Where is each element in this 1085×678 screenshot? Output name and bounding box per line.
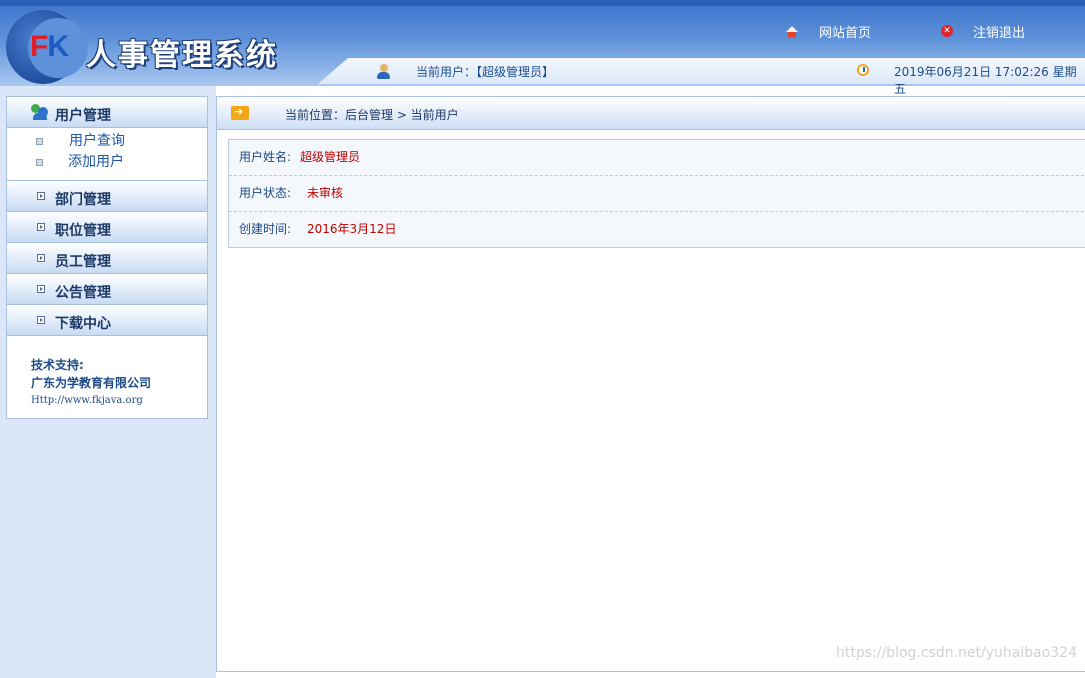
bullet-icon [36,138,43,145]
menu-notice-management[interactable]: 公告管理 [7,274,207,305]
expand-arrow-icon [37,192,45,200]
users-icon [31,104,49,120]
app-title: 人事管理系统 [86,38,278,73]
expand-arrow-icon [37,223,45,231]
menu-download-center[interactable]: 下载中心 [7,305,207,336]
watermark: https://blog.csdn.net/yuhaibao324 [835,645,1077,661]
menu-label: 员工管理 [55,254,111,270]
main-panel: 当前位置：后台管理 > 当前用户 用户姓名: 超级管理员 用户状态: 未审核 创… [216,96,1085,672]
clock-icon [857,64,869,76]
home-link[interactable]: 网站首页 [786,22,872,41]
header-banner: FK 人事管理系统 网站首页 ✕ 注销退出 当前用户：【超级管理员】 2019年… [0,0,1085,96]
detail-row-username: 用户姓名: 超级管理员 [229,140,1085,176]
menu-label: 职位管理 [55,223,111,239]
expand-arrow-icon [37,254,45,262]
menu-department-management[interactable]: 部门管理 [7,181,207,212]
support-url[interactable]: Http://www.fkjava.org [31,392,207,410]
field-label: 用户状态: [239,186,292,200]
field-value: 未审核 [307,186,344,200]
logo-letter-f: F [30,30,48,63]
field-value: 超级管理员 [300,150,361,164]
logout-link[interactable]: ✕ 注销退出 [941,22,1026,41]
submenu-item-add-user[interactable]: 添加用户 [7,152,207,173]
sidebar-menu: 用户管理 用户查询 添加用户 部门管理 职位管理 员工管理 公告管理 下载中心 … [6,96,208,419]
expand-arrow-icon [37,316,45,324]
field-label: 用户姓名: [239,150,292,164]
logout-icon: ✕ [941,25,953,37]
breadcrumb-bar: 当前位置：后台管理 > 当前用户 [217,97,1085,130]
user-icon [376,64,391,79]
logo-mark: FK [30,30,69,64]
detail-row-created: 创建时间: 2016年3月12日 [229,212,1085,247]
submenu-label: 用户查询 [69,133,125,149]
menu-label: 下载中心 [55,316,111,332]
expand-arrow-icon [37,285,45,293]
menu-label: 公告管理 [55,285,111,301]
submenu-label: 添加用户 [68,154,124,170]
field-value: 2016年3月12日 [307,222,397,236]
menu-user-management[interactable]: 用户管理 [7,97,207,128]
current-user-text: 当前用户：【超级管理员】 [416,65,555,79]
tech-support-box: 技术支持: 广东为学教育有限公司 Http://www.fkjava.org [7,336,207,418]
datetime-text: 2019年06月21日 17:02:26 星期五 [894,65,1077,96]
home-link-label: 网站首页 [819,25,872,41]
user-submenu: 用户查询 添加用户 [7,128,207,181]
support-title: 技术支持: [31,358,84,372]
breadcrumb: 当前位置：后台管理 > 当前用户 [285,108,459,122]
submenu-item-user-query[interactable]: 用户查询 [7,131,207,152]
user-detail-table: 用户姓名: 超级管理员 用户状态: 未审核 创建时间: 2016年3月12日 [228,139,1085,248]
support-company: 广东为学教育有限公司 [31,376,152,390]
home-icon [786,25,799,37]
logo-letter-k: K [47,30,69,63]
arrow-right-icon [231,105,249,120]
field-label: 创建时间: [239,222,292,236]
logout-link-label: 注销退出 [973,25,1026,41]
detail-row-status: 用户状态: 未审核 [229,176,1085,212]
menu-label: 用户管理 [55,108,111,124]
menu-employee-management[interactable]: 员工管理 [7,243,207,274]
header-top-strip [0,0,1085,6]
bullet-icon [36,159,43,166]
menu-position-management[interactable]: 职位管理 [7,212,207,243]
menu-label: 部门管理 [55,192,111,208]
